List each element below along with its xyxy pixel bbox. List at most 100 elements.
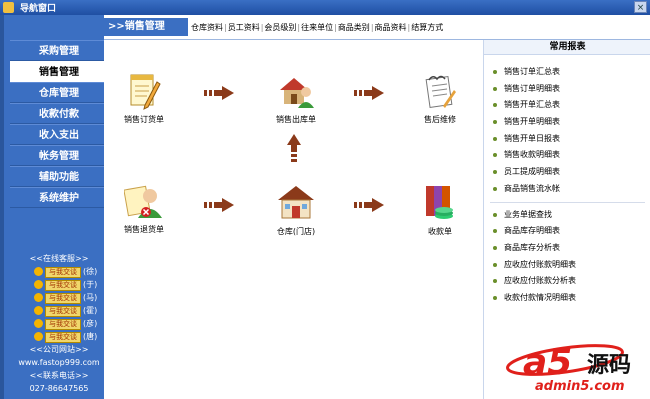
qq-chat-item[interactable]: 与我交谈 (彦) bbox=[10, 317, 108, 330]
sidebar-item-purchase[interactable]: 采购管理 bbox=[10, 40, 108, 61]
report-link[interactable]: 商品销售流水帐 bbox=[484, 181, 650, 198]
report-link[interactable]: 销售订单汇总表 bbox=[484, 64, 650, 81]
document-pencil-icon bbox=[130, 74, 161, 110]
sidebar-item-receipts-payments[interactable]: 收款付款 bbox=[10, 103, 108, 124]
flow-label: 销售订货单 bbox=[124, 115, 164, 124]
agent-name: (马) bbox=[83, 293, 98, 302]
return-person-icon bbox=[123, 185, 162, 218]
qq-face-icon bbox=[34, 267, 43, 276]
report-link[interactable]: 商品库存明细表 bbox=[484, 223, 650, 240]
report-link[interactable]: 应收应付账款明细表 bbox=[484, 257, 650, 274]
sidebar: 采购管理 销售管理 仓库管理 收款付款 收入支出 帐务管理 辅助功能 系统维护 … bbox=[0, 15, 108, 399]
link-settlement[interactable]: 结算方式 bbox=[411, 23, 443, 32]
flow-label: 销售退货单 bbox=[124, 225, 164, 234]
sidebar-item-sales[interactable]: 销售管理 bbox=[10, 61, 108, 82]
flow-label: 销售出库单 bbox=[276, 115, 316, 124]
right-arrow-icon bbox=[354, 198, 384, 212]
watermark-brand-text: 源码 bbox=[587, 353, 631, 378]
flow-label: 仓库(门店) bbox=[276, 227, 316, 236]
window-title: 导航窗口 bbox=[20, 4, 57, 14]
report-link[interactable]: 收款付款情况明细表 bbox=[484, 290, 650, 307]
sidebar-item-accounts[interactable]: 帐务管理 bbox=[10, 145, 108, 166]
qq-chat-item[interactable]: 与我交谈 (马) bbox=[10, 291, 108, 304]
qq-face-icon bbox=[34, 280, 43, 289]
agent-name: (于) bbox=[83, 280, 98, 289]
report-divider bbox=[490, 201, 645, 203]
sidebar-item-tools[interactable]: 辅助功能 bbox=[10, 166, 108, 187]
section-title: >>销售管理 bbox=[104, 18, 188, 36]
link-warehouse-info[interactable]: 仓库资料 bbox=[191, 23, 223, 32]
flow-node-after-sales[interactable]: 售后维修 bbox=[414, 72, 466, 125]
qq-face-icon bbox=[34, 293, 43, 302]
report-link[interactable]: 业务单据查找 bbox=[484, 207, 650, 224]
report-link[interactable]: 销售订单明细表 bbox=[484, 81, 650, 98]
phone-number: 027-86647565 bbox=[29, 384, 89, 393]
sidebar-nav: 采购管理 销售管理 仓库管理 收款付款 收入支出 帐务管理 辅助功能 系统维护 bbox=[10, 40, 108, 208]
watermark-url-text: admin5.com bbox=[535, 379, 625, 393]
link-product-category[interactable]: 商品类别 bbox=[338, 23, 370, 32]
qq-chat-button[interactable]: 与我交谈 bbox=[45, 306, 81, 317]
window-icon bbox=[3, 2, 14, 13]
agent-name: (霍) bbox=[83, 306, 98, 315]
website-title: <<公司网站>> bbox=[29, 345, 89, 354]
right-arrow-icon bbox=[204, 198, 234, 212]
house-person-icon bbox=[280, 78, 314, 108]
sidebar-item-warehouse[interactable]: 仓库管理 bbox=[10, 82, 108, 103]
agent-name: (彦) bbox=[83, 319, 98, 328]
qq-chat-button[interactable]: 与我交谈 bbox=[45, 319, 81, 330]
sidebar-item-income-expense[interactable]: 收入支出 bbox=[10, 124, 108, 145]
customer-service-panel: <<在线客服>> 与我交谈 (徐) 与我交谈 (于) 与我交谈 (马) 与我交谈 (霍)… bbox=[10, 252, 108, 395]
a5-logo-icon: a5 源码 admin5.com bbox=[506, 342, 631, 394]
phone-title: <<联系电话>> bbox=[29, 371, 89, 380]
report-link[interactable]: 商品库存分析表 bbox=[484, 240, 650, 257]
flow-label: 收款单 bbox=[428, 227, 452, 236]
flow-node-sales-return[interactable]: 销售退货单 bbox=[116, 182, 172, 235]
flow-node-warehouse[interactable]: 仓库(门店) bbox=[266, 182, 326, 237]
report-link[interactable]: 员工提成明细表 bbox=[484, 164, 650, 181]
qq-face-icon bbox=[34, 319, 43, 328]
qq-face-icon bbox=[34, 332, 43, 341]
report-list-sales: 销售订单汇总表 销售订单明细表 销售开单汇总表 销售开单明细表 销售开单日报表 … bbox=[484, 64, 650, 198]
report-link[interactable]: 销售收款明细表 bbox=[484, 147, 650, 164]
qq-chat-item[interactable]: 与我交谈 (徐) bbox=[10, 265, 108, 278]
online-service-title: <<在线客服>> bbox=[29, 254, 89, 263]
flow-node-sales-out[interactable]: 销售出库单 bbox=[266, 72, 326, 125]
svg-text:a5: a5 bbox=[523, 342, 572, 383]
qq-chat-item[interactable]: 与我交谈 (唐) bbox=[10, 330, 108, 343]
flow-node-sales-order[interactable]: 销售订货单 bbox=[118, 72, 170, 125]
link-employee-info[interactable]: 员工资料 bbox=[228, 23, 260, 32]
close-button[interactable]: × bbox=[634, 1, 647, 13]
agent-name: (徐) bbox=[83, 267, 98, 276]
sidebar-item-system[interactable]: 系统维护 bbox=[10, 187, 108, 208]
flow-area: 销售订货单 销售出库单 售后维修 销售退货单 仓库(门店) 收款单 bbox=[104, 40, 483, 399]
agent-name: (唐) bbox=[83, 332, 98, 341]
watermark-logo: a5 源码 admin5.com bbox=[505, 338, 650, 394]
qq-chat-item[interactable]: 与我交谈 (霍) bbox=[10, 304, 108, 317]
window-titlebar: 导航窗口 × bbox=[0, 0, 650, 15]
report-link[interactable]: 销售开单日报表 bbox=[484, 131, 650, 148]
right-arrow-icon bbox=[354, 86, 384, 100]
qq-chat-button[interactable]: 与我交谈 bbox=[45, 332, 81, 343]
report-link[interactable]: 销售开单汇总表 bbox=[484, 97, 650, 114]
report-link[interactable]: 应收应付账款分析表 bbox=[484, 273, 650, 290]
qq-chat-item[interactable]: 与我交谈 (于) bbox=[10, 278, 108, 291]
qq-face-icon bbox=[34, 306, 43, 315]
report-link[interactable]: 销售开单明细表 bbox=[484, 114, 650, 131]
coins-books-icon bbox=[426, 186, 453, 219]
qq-chat-button[interactable]: 与我交谈 bbox=[45, 280, 81, 291]
link-partners[interactable]: 往来单位 bbox=[301, 23, 333, 32]
report-panel-title: 常用报表 bbox=[484, 40, 650, 55]
warehouse-icon bbox=[278, 186, 314, 219]
link-product-info[interactable]: 商品资料 bbox=[375, 23, 407, 32]
up-arrow-icon bbox=[287, 134, 301, 162]
link-member-level[interactable]: 会员级别 bbox=[264, 23, 296, 32]
flow-label: 售后维修 bbox=[424, 115, 456, 124]
content-header: >>销售管理 仓库资料|员工资料|会员级别|往来单位|商品类别|商品资料|结算方… bbox=[104, 15, 650, 40]
qq-chat-button[interactable]: 与我交谈 bbox=[45, 267, 81, 278]
website-link[interactable]: www.fastop999.com bbox=[10, 356, 108, 369]
flow-node-receipt[interactable]: 收款单 bbox=[414, 182, 466, 237]
qq-chat-button[interactable]: 与我交谈 bbox=[45, 293, 81, 304]
report-list-general: 业务单据查找 商品库存明细表 商品库存分析表 应收应付账款明细表 应收应付账款分… bbox=[484, 207, 650, 307]
notepad-repair-icon bbox=[425, 75, 456, 108]
right-arrow-icon bbox=[204, 86, 234, 100]
